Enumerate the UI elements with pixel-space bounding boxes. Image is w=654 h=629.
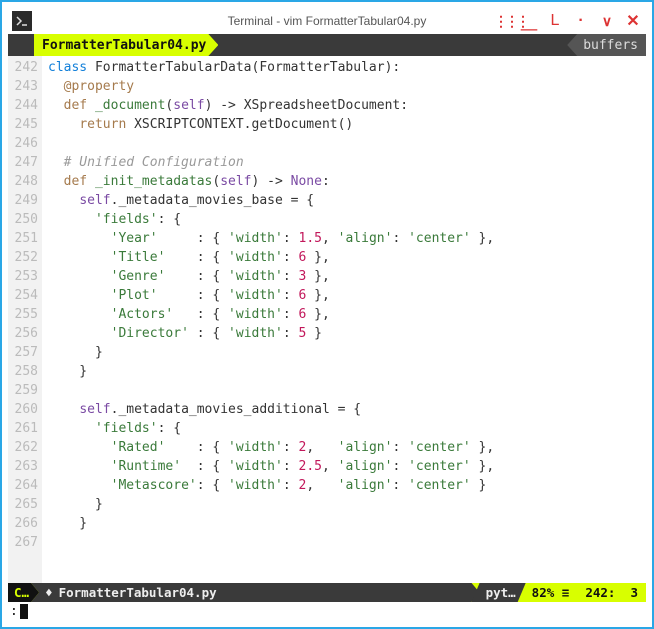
line-number: 250 <box>8 210 38 229</box>
tab-label: FormatterTabular04.py <box>42 38 206 53</box>
window-title: Terminal - vim FormatterTabular04.py <box>228 14 427 28</box>
code-line[interactable]: return XSCRIPTCONTEXT.getDocument() <box>48 115 646 134</box>
code-line[interactable]: } <box>48 343 646 362</box>
code-line[interactable]: 'Plot' : { 'width': 6 }, <box>48 286 646 305</box>
line-number: 254 <box>8 286 38 305</box>
status-percent: 82% ≡ <box>518 583 578 602</box>
line-number: 263 <box>8 457 38 476</box>
line-number: 249 <box>8 191 38 210</box>
code-line[interactable] <box>48 381 646 400</box>
code-line[interactable]: self._metadata_movies_additional = { <box>48 400 646 419</box>
line-number: 266 <box>8 514 38 533</box>
code-line[interactable]: 'Rated' : { 'width': 2, 'align': 'center… <box>48 438 646 457</box>
line-number: 244 <box>8 96 38 115</box>
line-number: 262 <box>8 438 38 457</box>
grip-icon[interactable]: ⋮⋮⋮ <box>494 13 512 30</box>
line-number: 247 <box>8 153 38 172</box>
line-number: 258 <box>8 362 38 381</box>
maximize-button[interactable]: L <box>546 12 564 30</box>
editor: FormatterTabular04.py buffers 2422432442… <box>8 34 646 621</box>
line-number: 255 <box>8 305 38 324</box>
code-line[interactable]: 'Runtime' : { 'width': 2.5, 'align': 'ce… <box>48 457 646 476</box>
code-line[interactable]: class FormatterTabularData(FormatterTabu… <box>48 58 646 77</box>
line-number: 243 <box>8 77 38 96</box>
line-number: 264 <box>8 476 38 495</box>
command-line[interactable]: : <box>8 602 646 621</box>
statusbar: C… ♦FormatterTabular04.py pyt… 82% ≡ 242… <box>8 583 646 602</box>
status-file: ♦FormatterTabular04.py <box>31 583 480 602</box>
line-number: 257 <box>8 343 38 362</box>
line-number: 252 <box>8 248 38 267</box>
status-position: 242: 3 <box>577 583 646 602</box>
terminal-window: Terminal - vim FormatterTabular04.py ⋮⋮⋮… <box>0 0 654 629</box>
buffers-indicator[interactable]: buffers <box>567 34 646 56</box>
code-line[interactable]: @property <box>48 77 646 96</box>
code-line[interactable]: 'fields': { <box>48 210 646 229</box>
close-button[interactable]: ✕ <box>624 11 642 31</box>
minimize-button[interactable]: ＿ <box>520 9 538 33</box>
dropdown-button[interactable]: ∨ <box>598 13 616 30</box>
line-number: 253 <box>8 267 38 286</box>
tab-active[interactable]: FormatterTabular04.py <box>34 34 218 56</box>
line-number: 246 <box>8 134 38 153</box>
titlebar: Terminal - vim FormatterTabular04.py ⋮⋮⋮… <box>8 8 646 34</box>
line-number: 267 <box>8 533 38 552</box>
code-line[interactable]: 'fields': { <box>48 419 646 438</box>
line-number: 248 <box>8 172 38 191</box>
line-number: 256 <box>8 324 38 343</box>
code-line[interactable]: 'Actors' : { 'width': 6 }, <box>48 305 646 324</box>
code-area[interactable]: 2422432442452462472482492502512522532542… <box>8 56 646 583</box>
code-line[interactable]: 'Director' : { 'width': 5 } <box>48 324 646 343</box>
line-number: 242 <box>8 58 38 77</box>
code-content[interactable]: class FormatterTabularData(FormatterTabu… <box>42 56 646 583</box>
dot-button[interactable]: · <box>572 12 590 30</box>
cmd-prompt: : <box>10 604 18 619</box>
code-line[interactable]: } <box>48 362 646 381</box>
line-number: 251 <box>8 229 38 248</box>
line-number: 261 <box>8 419 38 438</box>
line-number: 245 <box>8 115 38 134</box>
code-line[interactable]: def _document(self) -> XSpreadsheetDocum… <box>48 96 646 115</box>
code-line[interactable] <box>48 134 646 153</box>
terminal-icon <box>12 11 32 31</box>
line-gutter: 2422432442452462472482492502512522532542… <box>8 56 42 583</box>
code-line[interactable]: def _init_metadatas(self) -> None: <box>48 172 646 191</box>
code-line[interactable]: 'Year' : { 'width': 1.5, 'align': 'cente… <box>48 229 646 248</box>
tabbar: FormatterTabular04.py buffers <box>8 34 646 56</box>
line-number: 260 <box>8 400 38 419</box>
status-filetype: pyt… <box>472 583 526 602</box>
code-line[interactable]: 'Metascore': { 'width': 2, 'align': 'cen… <box>48 476 646 495</box>
cursor <box>20 604 28 619</box>
window-controls: ⋮⋮⋮ ＿ L · ∨ ✕ <box>494 8 642 34</box>
code-line[interactable] <box>48 533 646 552</box>
code-line[interactable]: } <box>48 514 646 533</box>
code-line[interactable]: self._metadata_movies_base = { <box>48 191 646 210</box>
buffers-label: buffers <box>583 38 638 53</box>
code-line[interactable]: } <box>48 495 646 514</box>
code-line[interactable]: 'Title' : { 'width': 6 }, <box>48 248 646 267</box>
code-line[interactable]: # Unified Configuration <box>48 153 646 172</box>
code-line[interactable]: 'Genre' : { 'width': 3 }, <box>48 267 646 286</box>
line-number: 259 <box>8 381 38 400</box>
line-number: 265 <box>8 495 38 514</box>
